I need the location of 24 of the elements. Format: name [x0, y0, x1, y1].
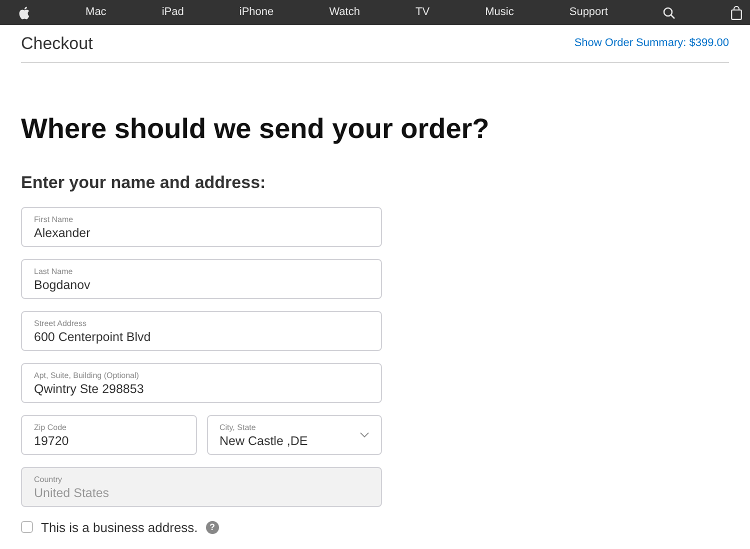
- search-icon[interactable]: [663, 6, 676, 18]
- chevron-down-icon: [360, 432, 369, 438]
- apple-logo-icon[interactable]: [18, 6, 30, 20]
- nav-link[interactable]: Watch: [329, 4, 360, 21]
- nav-link[interactable]: iPhone: [239, 4, 274, 21]
- section-heading: Enter your name and address:: [21, 172, 267, 194]
- input-field[interactable]: Apt, Suite, Building (Optional) Qwintry Ste 298853: [21, 362, 382, 402]
- city-state-dropdown[interactable]: City, State New Castle ,DE: [206, 414, 382, 454]
- nav-link[interactable]: Mac: [86, 4, 106, 21]
- order-summary-link[interactable]: Show Order Summary: $399.00: [574, 35, 729, 52]
- nav-link[interactable]: Music: [485, 4, 514, 21]
- nav-link[interactable]: TV: [416, 4, 430, 21]
- input-field[interactable]: Zip Code 19720: [21, 414, 196, 454]
- page-title: Checkout: [21, 32, 93, 55]
- input-field[interactable]: Street Address 600 Centerpoint Blvd: [21, 310, 382, 350]
- nav-link[interactable]: Support: [569, 4, 608, 21]
- input-field[interactable]: First Name Alexander: [21, 206, 382, 246]
- page-heading: Where should we send your order?: [21, 112, 490, 146]
- input-field[interactable]: Last Name Bogdanov: [21, 258, 382, 298]
- nav-link[interactable]: iPad: [162, 4, 184, 21]
- bag-icon[interactable]: [730, 6, 742, 20]
- help-icon[interactable]: ?: [206, 520, 219, 534]
- checkbox-label: This is a business address.: [41, 518, 198, 536]
- checkbox[interactable]: [21, 521, 33, 534]
